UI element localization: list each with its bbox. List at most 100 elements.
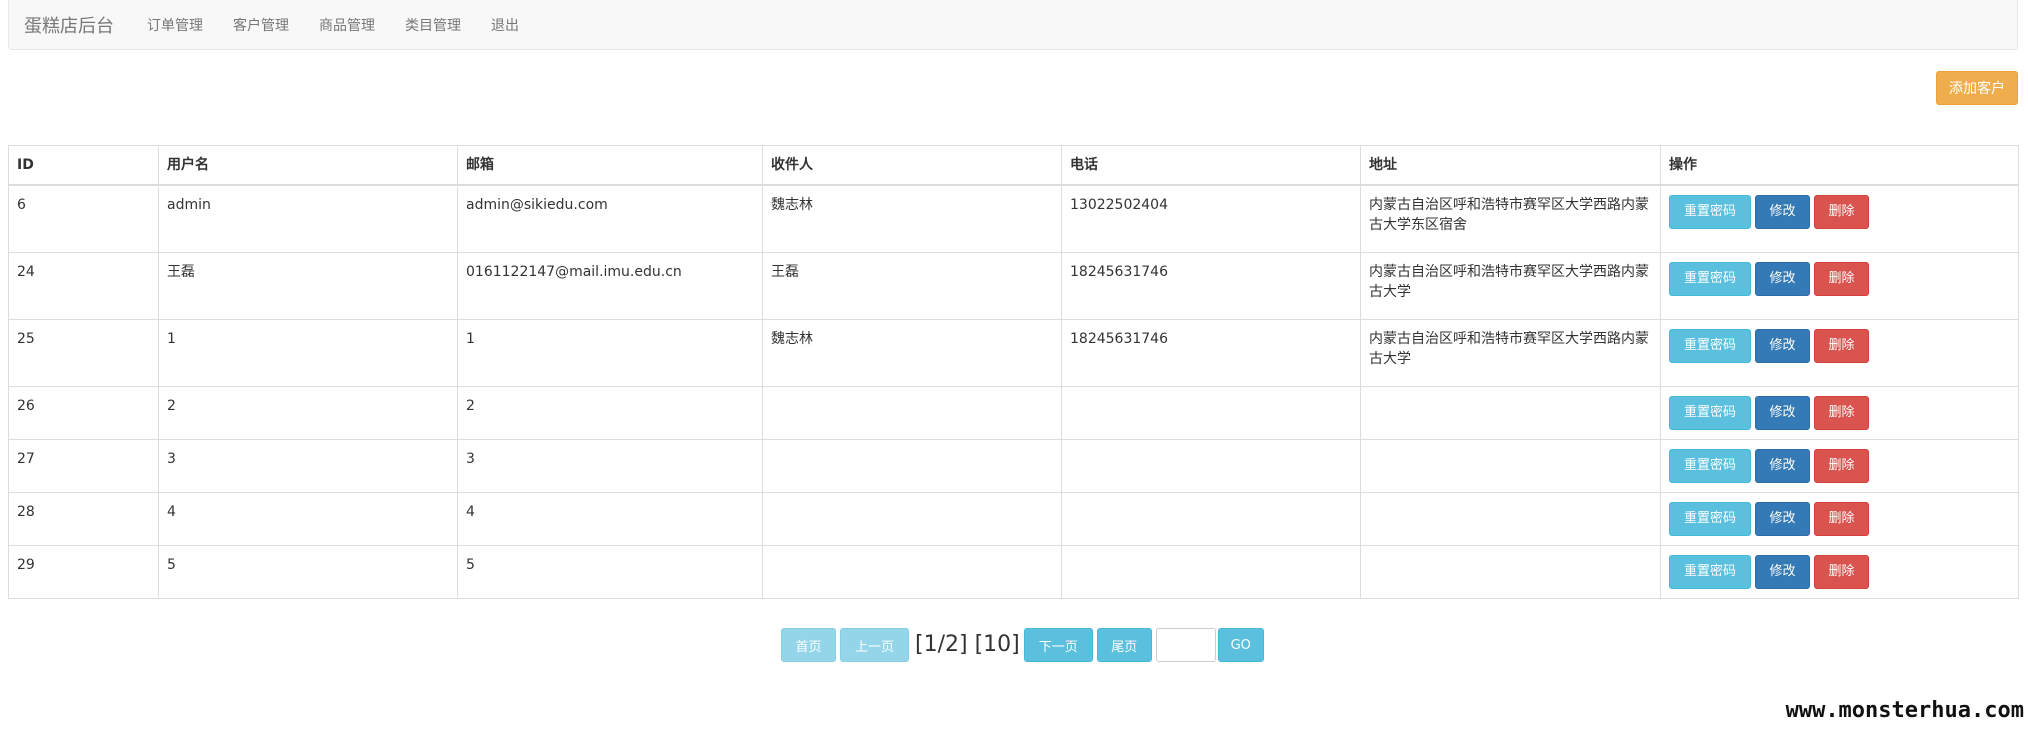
delete-button[interactable]: 删除 <box>1814 554 1869 589</box>
cell-email: 1 <box>457 318 763 387</box>
reset-password-button[interactable]: 重置密码 <box>1669 501 1751 536</box>
cell-address <box>1360 385 1661 440</box>
page-number-input[interactable] <box>1155 628 1216 662</box>
edit-button[interactable]: 修改 <box>1755 501 1810 536</box>
cell-username: 2 <box>158 385 458 440</box>
cell-address: 内蒙古自治区呼和浩特市赛罕区大学西路内蒙古大学 <box>1360 251 1661 320</box>
cell-phone <box>1061 438 1361 493</box>
header-username: 用户名 <box>158 145 458 186</box>
cell-id: 29 <box>8 544 159 599</box>
cell-phone: 13022502404 <box>1061 184 1361 253</box>
table-header-row: ID 用户名 邮箱 收件人 电话 地址 操作 <box>8 145 2019 186</box>
header-address: 地址 <box>1360 145 1661 186</box>
next-page-button[interactable]: 下一页 <box>1023 628 1093 662</box>
edit-button[interactable]: 修改 <box>1755 195 1810 229</box>
cell-actions: 重置密码 修改 删除 <box>1660 318 2019 387</box>
cell-id: 26 <box>8 385 159 440</box>
cell-username: 3 <box>158 438 458 493</box>
go-button[interactable]: GO <box>1217 628 1264 662</box>
reset-password-button[interactable]: 重置密码 <box>1669 261 1751 296</box>
table-row: 28 4 4 重置密码 修改 删除 <box>8 491 2019 546</box>
nav-link-categories[interactable]: 类目管理 <box>405 15 461 35</box>
cell-recipient: 魏志林 <box>762 318 1062 387</box>
cell-recipient <box>762 491 1062 546</box>
table-row: 27 3 3 重置密码 修改 删除 <box>8 438 2019 493</box>
cell-email: admin@sikiedu.com <box>457 184 763 253</box>
cell-address <box>1360 438 1661 493</box>
cell-address: 内蒙古自治区呼和浩特市赛罕区大学西路内蒙古大学东区宿舍 <box>1360 184 1661 253</box>
header-recipient: 收件人 <box>762 145 1062 186</box>
edit-button[interactable]: 修改 <box>1755 554 1810 589</box>
reset-password-button[interactable]: 重置密码 <box>1669 328 1751 363</box>
reset-password-button[interactable]: 重置密码 <box>1669 554 1751 589</box>
edit-button[interactable]: 修改 <box>1755 328 1810 363</box>
cell-actions: 重置密码 修改 删除 <box>1660 491 2019 546</box>
add-customer-button[interactable]: 添加客户 <box>1936 71 2018 105</box>
page-info: [1/2] [10] <box>915 632 1020 657</box>
cell-actions: 重置密码 修改 删除 <box>1660 438 2019 493</box>
reset-password-button[interactable]: 重置密码 <box>1669 448 1751 483</box>
last-page-button[interactable]: 尾页 <box>1096 628 1152 662</box>
delete-button[interactable]: 删除 <box>1814 261 1869 296</box>
cell-email: 0161122147@mail.imu.edu.cn <box>457 251 763 320</box>
watermark: www.monsterhua.com <box>1785 698 2024 723</box>
cell-id: 25 <box>8 318 159 387</box>
cell-email: 3 <box>457 438 763 493</box>
header-id: ID <box>8 145 159 186</box>
delete-button[interactable]: 删除 <box>1814 501 1869 536</box>
cell-recipient <box>762 385 1062 440</box>
reset-password-button[interactable]: 重置密码 <box>1669 195 1751 229</box>
cell-id: 27 <box>8 438 159 493</box>
first-page-button[interactable]: 首页 <box>781 628 836 662</box>
cell-actions: 重置密码 修改 删除 <box>1660 385 2019 440</box>
customer-table: ID 用户名 邮箱 收件人 电话 地址 操作 6 admin admin@sik… <box>8 145 2019 599</box>
table-row: 26 2 2 重置密码 修改 删除 <box>8 385 2019 440</box>
cell-email: 2 <box>457 385 763 440</box>
edit-button[interactable]: 修改 <box>1755 395 1810 430</box>
cell-actions: 重置密码 修改 删除 <box>1660 251 2019 320</box>
cell-username: 王磊 <box>158 251 458 320</box>
reset-password-button[interactable]: 重置密码 <box>1669 395 1751 430</box>
cell-phone <box>1061 491 1361 546</box>
cell-address <box>1360 491 1661 546</box>
header-phone: 电话 <box>1061 145 1361 186</box>
table-row: 24 王磊 0161122147@mail.imu.edu.cn 王磊 1824… <box>8 251 2019 320</box>
header-actions: 操作 <box>1660 145 2019 186</box>
edit-button[interactable]: 修改 <box>1755 448 1810 483</box>
table-row: 29 5 5 重置密码 修改 删除 <box>8 544 2019 599</box>
pagination: 首页 上一页 [1/2] [10] 下一页 尾页 GO <box>781 628 1268 662</box>
cell-username: 1 <box>158 318 458 387</box>
nav-link-customers[interactable]: 客户管理 <box>233 15 289 35</box>
cell-actions: 重置密码 修改 删除 <box>1660 184 2019 253</box>
cell-username: 4 <box>158 491 458 546</box>
nav-link-orders[interactable]: 订单管理 <box>147 15 203 35</box>
navbar: 蛋糕店后台 订单管理 客户管理 商品管理 类目管理 退出 <box>8 0 2018 50</box>
delete-button[interactable]: 删除 <box>1814 448 1869 483</box>
cell-address <box>1360 544 1661 599</box>
cell-id: 6 <box>8 184 159 253</box>
nav-link-products[interactable]: 商品管理 <box>319 15 375 35</box>
cell-recipient: 王磊 <box>762 251 1062 320</box>
cell-email: 4 <box>457 491 763 546</box>
delete-button[interactable]: 删除 <box>1814 195 1869 229</box>
cell-username: 5 <box>158 544 458 599</box>
edit-button[interactable]: 修改 <box>1755 261 1810 296</box>
cell-recipient <box>762 544 1062 599</box>
cell-id: 28 <box>8 491 159 546</box>
cell-recipient <box>762 438 1062 493</box>
delete-button[interactable]: 删除 <box>1814 328 1869 363</box>
delete-button[interactable]: 删除 <box>1814 395 1869 430</box>
cell-phone <box>1061 544 1361 599</box>
cell-id: 24 <box>8 251 159 320</box>
cell-phone: 18245631746 <box>1061 251 1361 320</box>
cell-address: 内蒙古自治区呼和浩特市赛罕区大学西路内蒙古大学 <box>1360 318 1661 387</box>
nav-link-logout[interactable]: 退出 <box>491 15 519 35</box>
cell-username: admin <box>158 184 458 253</box>
header-email: 邮箱 <box>457 145 763 186</box>
cell-email: 5 <box>457 544 763 599</box>
prev-page-button[interactable]: 上一页 <box>840 628 909 662</box>
table-row: 6 admin admin@sikiedu.com 魏志林 1302250240… <box>8 184 2019 253</box>
cell-recipient: 魏志林 <box>762 184 1062 253</box>
cell-phone: 18245631746 <box>1061 318 1361 387</box>
brand-title[interactable]: 蛋糕店后台 <box>9 12 114 38</box>
